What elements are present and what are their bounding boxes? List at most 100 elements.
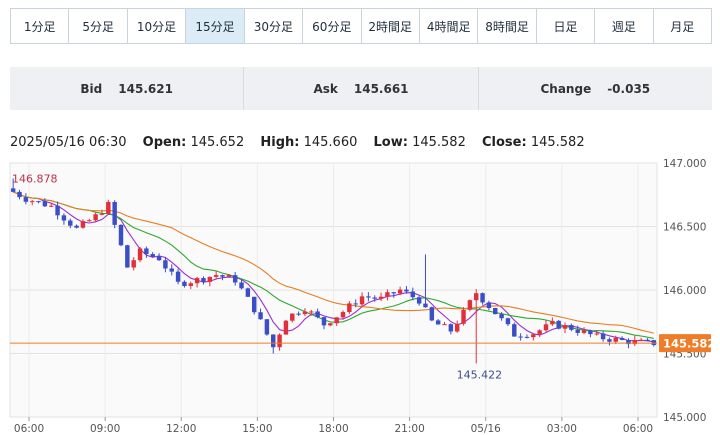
candle-body (645, 339, 650, 341)
max-annotation: 146.878 (12, 172, 58, 185)
bid-cell: Bid 145.621 (10, 67, 245, 110)
min-annotation: 145.422 (457, 368, 503, 381)
candle-body (137, 248, 143, 261)
timeframe-tabs: 1分足 5分足 10分足 15分足 30分足 60分足 2時間足 4時間足 8時間足 日足 週足 月足 (10, 8, 712, 44)
candle-body (531, 334, 536, 338)
candle-body (543, 324, 549, 331)
tab-11[interactable]: 月足 (653, 9, 712, 43)
candle-body (74, 225, 79, 228)
tab-5[interactable]: 60分足 (303, 9, 362, 43)
candle-body (201, 278, 206, 282)
candlestick-chart[interactable]: 147.000146.500146.000145.500145.00006:00… (0, 155, 720, 435)
candle-body (175, 271, 181, 282)
y-tick-label: 146.000 (663, 285, 706, 297)
tab-7[interactable]: 4時間足 (419, 9, 479, 43)
candle-body (600, 333, 606, 340)
candle-body (207, 276, 213, 282)
tab-9[interactable]: 日足 (536, 9, 596, 43)
candle-body (505, 318, 511, 325)
candle-body (385, 292, 390, 297)
candle-body (474, 293, 479, 301)
candle-body (581, 330, 587, 333)
candle-body (182, 281, 187, 287)
candle-body (251, 296, 257, 313)
candle-body (315, 311, 320, 318)
candle-body (194, 278, 200, 284)
candle-body (442, 324, 447, 326)
candle-body (118, 224, 124, 246)
candle-body (163, 260, 168, 269)
x-tick-label: 21:00 (394, 423, 424, 435)
candle-body (423, 303, 428, 308)
tab-1[interactable]: 5分足 (69, 9, 128, 43)
candle-body (125, 245, 130, 268)
y-tick-label: 146.500 (663, 222, 706, 234)
candle-body (49, 205, 54, 207)
tab-4[interactable]: 30分足 (244, 9, 304, 43)
candle-body (87, 220, 92, 222)
candle-body (435, 320, 441, 325)
y-tick-label: 147.000 (663, 158, 706, 170)
candle-body (651, 340, 657, 346)
open-value: 145.652 (190, 135, 245, 150)
ohlc-datetime: 2025/05/16 06:30 (10, 135, 127, 150)
candle-body (480, 293, 485, 303)
bid-label: Bid (80, 81, 103, 96)
candle-body (353, 303, 358, 305)
candle-body (106, 201, 111, 214)
candle-body (467, 300, 473, 310)
candle-body (144, 248, 149, 255)
low-label: Low: (373, 135, 408, 150)
candle-body (169, 268, 174, 272)
candle-body (416, 297, 422, 304)
candle-body (112, 201, 117, 225)
tab-10[interactable]: 週足 (595, 9, 654, 43)
change-label: Change (540, 81, 592, 96)
candle-body (283, 320, 289, 335)
candle-body (556, 320, 561, 329)
candle-body (397, 289, 403, 294)
candle-body (518, 336, 523, 338)
candle-body (619, 337, 625, 340)
candle-body (461, 309, 466, 324)
x-tick-label: 06:00 (623, 423, 653, 435)
candle-body (36, 201, 41, 203)
ask-cell: Ask 145.661 (244, 67, 479, 110)
candle-body (328, 323, 333, 326)
candle-body (42, 201, 48, 207)
candle-body (29, 201, 35, 203)
candle-body (277, 334, 282, 348)
tab-3[interactable]: 15分足 (186, 9, 245, 43)
candle-body (61, 215, 67, 221)
high-value: 145.660 (303, 135, 358, 150)
tab-0[interactable]: 1分足 (11, 9, 70, 43)
candle-body (454, 323, 460, 332)
candle-body (99, 213, 105, 215)
x-tick-label: 18:00 (318, 423, 348, 435)
candle-body (334, 317, 339, 324)
candle-body (391, 292, 396, 294)
candle-body (410, 291, 416, 298)
high-label: High: (260, 135, 300, 150)
candle-body (372, 297, 377, 299)
candle-body (512, 324, 517, 337)
candle-body (340, 312, 346, 318)
candle-body (258, 312, 263, 320)
candle-body (80, 221, 86, 228)
tab-2[interactable]: 10分足 (127, 9, 187, 43)
candle-body (569, 325, 574, 330)
candle-body (429, 307, 435, 321)
candle-body (23, 197, 29, 202)
x-tick-label: 12:00 (166, 423, 196, 435)
candle-body (524, 336, 530, 338)
candle-body (264, 319, 270, 335)
tab-6[interactable]: 2時間足 (361, 9, 420, 43)
candle-body (378, 296, 384, 299)
candle-body (607, 339, 612, 342)
candle-body (321, 317, 327, 326)
x-tick-label: 15:00 (242, 423, 272, 435)
candle-body (188, 283, 193, 287)
tab-8[interactable]: 8時間足 (478, 9, 537, 43)
candle-body (10, 188, 16, 192)
candle-body (213, 275, 219, 277)
